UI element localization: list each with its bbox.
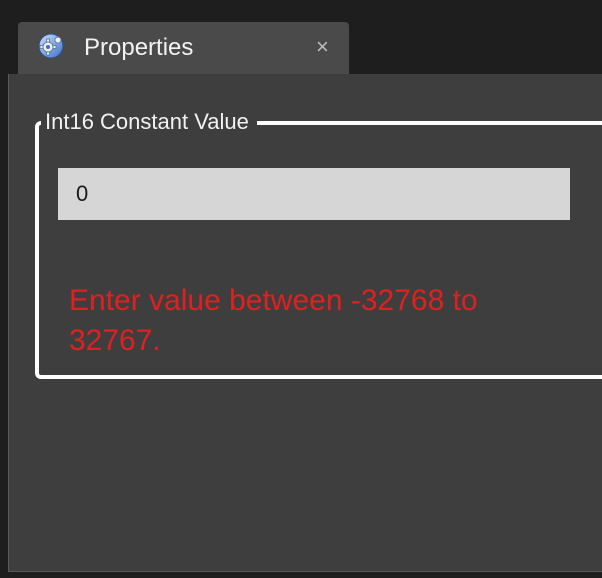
tab-title: Properties [84,34,194,61]
app-window: Properties × Int16 Constant Value Enter … [0,0,602,578]
close-icon[interactable]: × [316,35,329,59]
properties-gear-icon [36,32,66,60]
tab-properties[interactable]: Properties × [18,22,349,74]
group-box-title: Int16 Constant Value [41,109,257,135]
properties-panel: Int16 Constant Value Enter value between… [8,74,602,572]
int16-value-input[interactable] [58,168,570,220]
validation-error-message: Enter value between -32768 to 32767. [69,284,478,357]
